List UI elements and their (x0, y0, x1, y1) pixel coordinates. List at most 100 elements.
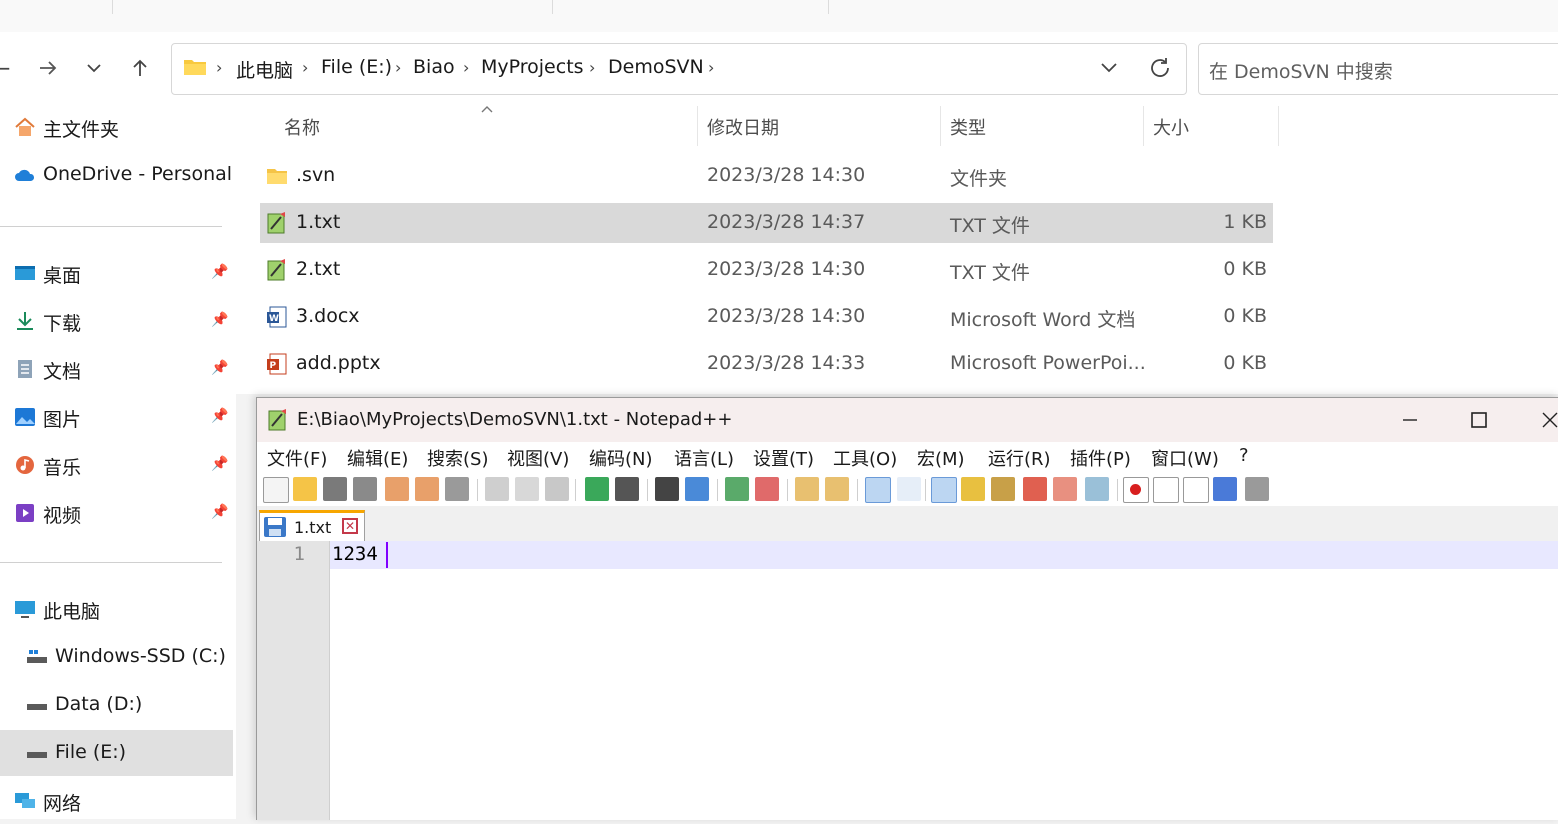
menu-plugins[interactable]: 插件(P) (1070, 445, 1131, 471)
print-button[interactable] (445, 477, 469, 501)
refresh-icon[interactable] (1148, 56, 1172, 80)
breadcrumb-demosvn[interactable]: DemoSVN (608, 56, 704, 78)
notepadpp-titlebar[interactable]: E:\Biao\MyProjects\DemoSVN\1.txt - Notep… (257, 398, 1558, 442)
menu-window[interactable]: 窗口(W) (1151, 445, 1219, 471)
breadcrumb-drive-e[interactable]: File (E:) (321, 56, 392, 78)
find-button[interactable] (655, 477, 679, 501)
user-defined-language-button[interactable] (961, 477, 985, 501)
sidebar-item-this-pc[interactable]: 此电脑 (0, 586, 233, 632)
file-row-svn[interactable]: .svn 2023/3/28 14:30 文件夹 (260, 156, 1273, 196)
folder-as-workspace-button[interactable] (1053, 477, 1077, 501)
pin-icon[interactable]: 📌 (211, 456, 228, 472)
zoom-in-button[interactable] (725, 477, 749, 501)
open-file-button[interactable] (293, 477, 317, 501)
pin-icon[interactable]: 📌 (211, 504, 228, 520)
replace-button[interactable] (685, 477, 709, 501)
cloud-icon (15, 169, 35, 181)
sidebar-item-drive-c[interactable]: Windows-SSD (C:) (0, 634, 233, 680)
breadcrumb-biao[interactable]: Biao (413, 56, 455, 78)
play-macro-button[interactable] (1183, 477, 1209, 503)
cut-button[interactable] (485, 477, 509, 501)
close-file-button[interactable] (385, 477, 409, 501)
forward-button[interactable] (32, 52, 64, 84)
paste-button[interactable] (545, 477, 569, 501)
word-wrap-button[interactable] (865, 477, 891, 503)
stop-macro-button[interactable] (1153, 477, 1179, 503)
pin-icon[interactable]: 📌 (211, 360, 228, 376)
sidebar-item-network[interactable]: 网络 (0, 778, 233, 824)
menu-search[interactable]: 搜索(S) (427, 445, 488, 471)
menu-language[interactable]: 语言(L) (674, 445, 734, 471)
sidebar-item-music[interactable]: 音乐 📌 (0, 442, 233, 488)
menu-macro[interactable]: 宏(M) (917, 445, 965, 471)
back-button[interactable]: ← (0, 52, 18, 84)
indent-guide-button[interactable] (931, 477, 957, 503)
column-header-name[interactable]: 名称 (284, 114, 320, 140)
sidebar-item-desktop[interactable]: 桌面 📌 (0, 250, 233, 296)
breadcrumb-separator: › (302, 58, 309, 77)
file-row-2-txt[interactable]: 2.txt 2023/3/28 14:30 TXT 文件 0 KB (260, 250, 1273, 290)
menu-view[interactable]: 视图(V) (507, 445, 569, 471)
menu-settings[interactable]: 设置(T) (753, 445, 814, 471)
menu-help[interactable]: ? (1239, 445, 1249, 466)
sidebar-item-onedrive[interactable]: OneDrive - Personal (0, 152, 233, 198)
text-editor[interactable]: 1234 (330, 541, 1558, 820)
column-header-modified[interactable]: 修改日期 (707, 114, 779, 140)
breadcrumb-myprojects[interactable]: MyProjects (481, 56, 584, 78)
network-icon (15, 793, 35, 808)
undo-button[interactable] (585, 477, 609, 501)
close-button[interactable] (1527, 402, 1558, 438)
sidebar-item-downloads[interactable]: 下载 📌 (0, 298, 233, 344)
function-list-button[interactable] (1023, 477, 1047, 501)
sidebar-item-pictures[interactable]: 图片 📌 (0, 394, 233, 440)
address-dropdown-icon[interactable] (1099, 59, 1119, 77)
redo-button[interactable] (615, 477, 639, 501)
run-macro-multiple-button[interactable] (1213, 477, 1237, 501)
pin-icon[interactable]: 📌 (211, 264, 228, 280)
menu-run[interactable]: 运行(R) (988, 445, 1051, 471)
minimize-button[interactable] (1387, 402, 1433, 438)
save-button[interactable] (323, 477, 347, 501)
show-all-characters-button[interactable] (897, 477, 921, 501)
document-map-button[interactable] (991, 477, 1015, 501)
breadcrumb-this-pc[interactable]: 此电脑 (236, 56, 293, 83)
menu-encoding[interactable]: 编码(N) (589, 445, 653, 471)
tab-1-txt[interactable]: 1.txt ✕ (259, 510, 365, 541)
music-icon (16, 456, 34, 474)
zoom-out-button[interactable] (755, 477, 779, 501)
menu-edit[interactable]: 编辑(E) (347, 445, 408, 471)
search-placeholder: 在 DemoSVN 中搜索 (1209, 61, 1393, 83)
up-button[interactable] (124, 52, 156, 84)
sidebar-item-drive-d[interactable]: Data (D:) (0, 682, 233, 728)
menu-tools[interactable]: 工具(O) (833, 445, 897, 471)
column-header-size[interactable]: 大小 (1153, 114, 1189, 140)
sidebar-item-documents[interactable]: 文档 📌 (0, 346, 233, 392)
sidebar-item-videos[interactable]: 视频 📌 (0, 490, 233, 536)
save-macro-button[interactable] (1245, 477, 1269, 501)
new-file-button[interactable] (263, 477, 289, 503)
notepadpp-file-icon (267, 259, 285, 281)
sidebar-item-home[interactable]: 主文件夹 (0, 104, 233, 150)
file-row-1-txt[interactable]: 1.txt 2023/3/28 14:37 TXT 文件 1 KB (260, 203, 1273, 243)
copy-button[interactable] (515, 477, 539, 501)
maximize-button[interactable] (1456, 402, 1502, 438)
search-input[interactable]: 在 DemoSVN 中搜索 (1198, 43, 1558, 95)
column-header-type[interactable]: 类型 (950, 114, 986, 140)
pin-icon[interactable]: 📌 (211, 312, 228, 328)
maximize-icon (1471, 412, 1487, 428)
file-row-add-pptx[interactable]: P add.pptx 2023/3/28 14:33 Microsoft Pow… (260, 344, 1273, 384)
close-all-button[interactable] (415, 477, 439, 501)
sidebar-item-drive-e[interactable]: File (E:) (0, 730, 233, 776)
record-macro-button[interactable] (1123, 477, 1149, 503)
sidebar-divider (0, 226, 222, 227)
breadcrumb-separator: › (395, 58, 402, 77)
file-row-3-docx[interactable]: W 3.docx 2023/3/28 14:30 Microsoft Word … (260, 297, 1273, 337)
save-all-button[interactable] (353, 477, 377, 501)
menu-file[interactable]: 文件(F) (267, 445, 327, 471)
sync-vertical-button[interactable] (795, 477, 819, 501)
pin-icon[interactable]: 📌 (211, 408, 228, 424)
tab-close-icon[interactable]: ✕ (342, 518, 358, 534)
sync-horizontal-button[interactable] (825, 477, 849, 501)
recent-locations-button[interactable] (78, 52, 110, 84)
monitoring-button[interactable] (1085, 477, 1109, 501)
